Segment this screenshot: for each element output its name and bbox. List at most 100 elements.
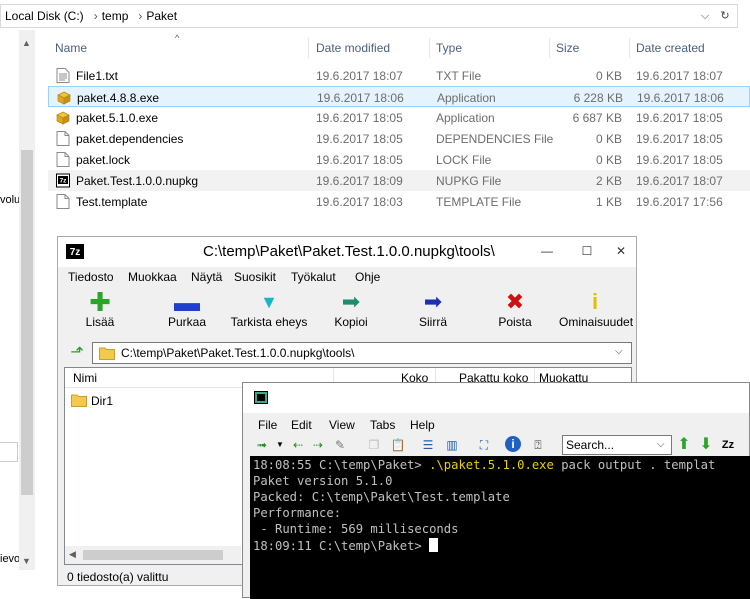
file-name: Paket.Test.1.0.0.nupkg bbox=[76, 174, 199, 188]
close-icon[interactable]: ✕ bbox=[606, 239, 636, 263]
console-line: Performance: bbox=[253, 506, 342, 520]
item-name: Dir1 bbox=[91, 394, 114, 408]
console-line: Packed: C:\temp\Paket\Test.template bbox=[253, 490, 510, 504]
search-up-icon[interactable]: ⬆ bbox=[675, 436, 693, 454]
split-horizontal-icon[interactable]: ☰ bbox=[419, 436, 437, 454]
file-date-modified: 19.6.2017 18:05 bbox=[316, 153, 403, 167]
test-button[interactable]: ▼ Tarkista eheys bbox=[224, 289, 314, 339]
nav-item-box[interactable] bbox=[0, 442, 18, 462]
menu-tabs[interactable]: Tabs bbox=[370, 418, 395, 432]
column-type[interactable]: Type bbox=[436, 41, 462, 55]
move-label: Siirrä bbox=[418, 315, 447, 329]
new-tab-icon[interactable]: ➟ bbox=[253, 436, 271, 454]
7zip-toolbar: ✚ Lisää ▬ Purkaa ▼ Tarkista eheys ➡ Kopi… bbox=[62, 289, 634, 339]
file-name: File1.txt bbox=[76, 69, 119, 83]
console-screen[interactable]: 18:08:55 C:\temp\Paket> .\paket.5.1.0.ex… bbox=[250, 456, 750, 599]
nav-item-fragment[interactable]: ievo bbox=[0, 553, 20, 565]
file-row[interactable]: paket.dependencies 19.6.2017 18:05 DEPEN… bbox=[48, 128, 750, 149]
nav-scrollbar-thumb[interactable] bbox=[21, 150, 33, 495]
scrollbar-thumb[interactable] bbox=[83, 550, 223, 560]
7zip-path-combobox[interactable]: C:\temp\Paket\Paket.Test.1.0.0.nupkg\too… bbox=[92, 342, 632, 364]
scroll-left-icon[interactable]: ◀ bbox=[69, 549, 76, 560]
menu-edit[interactable]: Edit bbox=[291, 418, 312, 432]
file-row[interactable]: File1.txt 19.6.2017 18:07 TXT File 0 KB … bbox=[48, 65, 750, 86]
file-row-selected[interactable]: paket.4.8.8.exe 19.6.2017 18:06 Applicat… bbox=[48, 86, 750, 107]
match-case-icon[interactable]: Zz bbox=[719, 436, 737, 454]
up-folder-icon[interactable]: ⬏ bbox=[67, 343, 87, 363]
next-tab-icon[interactable]: ⇢ bbox=[309, 436, 327, 454]
breadcrumb-separator-icon[interactable]: › bbox=[138, 9, 142, 23]
menu-help[interactable]: Help bbox=[410, 418, 435, 432]
menu-view[interactable]: Näytä bbox=[191, 270, 222, 284]
paste-icon[interactable]: 📋 bbox=[389, 436, 407, 454]
minimize-icon[interactable]: — bbox=[532, 239, 562, 263]
help-icon[interactable]: ⍰ bbox=[529, 436, 547, 454]
column-name[interactable]: Nimi bbox=[73, 371, 97, 385]
menu-file[interactable]: Tiedosto bbox=[68, 270, 114, 284]
7zip-app-icon[interactable]: 7z bbox=[66, 244, 84, 259]
properties-button[interactable]: i Ominaisuudet bbox=[556, 289, 634, 339]
scroll-down-icon[interactable]: ▼ bbox=[22, 556, 31, 566]
menu-view[interactable]: View bbox=[329, 418, 355, 432]
new-tab-dropdown-icon[interactable]: ▼ bbox=[271, 436, 289, 454]
test-label: Tarkista eheys bbox=[230, 315, 308, 329]
address-bar[interactable]: Local Disk (C:) › temp › Paket ⌵ ↻ bbox=[0, 4, 738, 28]
chevron-down-icon[interactable]: ⌵ bbox=[615, 346, 623, 357]
file-row-hovered[interactable]: 7z Paket.Test.1.0.0.nupkg 19.6.2017 18:0… bbox=[48, 170, 750, 191]
menu-tools[interactable]: Työkalut bbox=[291, 270, 336, 284]
info-icon[interactable]: i bbox=[505, 436, 521, 452]
search-input[interactable]: Search... bbox=[566, 438, 614, 452]
menu-edit[interactable]: Muokkaa bbox=[128, 270, 177, 284]
previous-tab-icon[interactable]: ⇠ bbox=[289, 436, 307, 454]
archive-path: C:\temp\Paket\Paket.Test.1.0.0.nupkg\too… bbox=[121, 346, 355, 360]
breadcrumb-separator-icon[interactable]: › bbox=[94, 9, 98, 23]
menu-file[interactable]: File bbox=[258, 418, 277, 432]
menu-help[interactable]: Ohje bbox=[355, 270, 380, 284]
folder-icon bbox=[71, 394, 87, 407]
file-date-modified: 19.6.2017 18:05 bbox=[316, 111, 403, 125]
breadcrumb-drive[interactable]: Local Disk (C:) bbox=[5, 9, 84, 23]
column-divider[interactable] bbox=[549, 38, 550, 58]
column-name[interactable]: Name bbox=[55, 41, 87, 55]
breadcrumb-temp[interactable]: temp bbox=[102, 9, 129, 23]
add-button[interactable]: ✚ Lisää bbox=[60, 289, 140, 339]
file-size: 2 KB bbox=[595, 174, 622, 188]
file-row[interactable]: Test.template 19.6.2017 18:03 TEMPLATE F… bbox=[48, 191, 750, 212]
copy-icon[interactable]: ❐ bbox=[365, 436, 383, 454]
move-button[interactable]: ➡ Siirrä bbox=[388, 289, 478, 339]
column-divider[interactable] bbox=[629, 38, 630, 58]
refresh-icon[interactable]: ↻ bbox=[717, 8, 733, 24]
blank-file-icon bbox=[56, 131, 70, 146]
nav-item-fragment[interactable]: volu bbox=[0, 194, 20, 206]
column-size[interactable]: Size bbox=[556, 41, 579, 55]
file-row[interactable]: paket.5.1.0.exe 19.6.2017 18:05 Applicat… bbox=[48, 107, 750, 128]
column-divider[interactable] bbox=[429, 38, 430, 58]
breadcrumb-paket[interactable]: Paket bbox=[146, 9, 177, 23]
scroll-up-icon[interactable]: ▲ bbox=[22, 38, 31, 48]
maximize-icon[interactable]: ☐ bbox=[572, 239, 602, 263]
file-size: 0 KB bbox=[595, 69, 622, 83]
copy-button[interactable]: ➡ Kopioi bbox=[306, 289, 396, 339]
console-title-bar[interactable] bbox=[243, 383, 749, 413]
file-size: 0 KB bbox=[595, 132, 622, 146]
column-date-created[interactable]: Date created bbox=[636, 41, 705, 55]
menu-favorites[interactable]: Suosikit bbox=[234, 270, 276, 284]
split-vertical-icon[interactable]: ▥ bbox=[443, 436, 461, 454]
column-date-modified[interactable]: Date modified bbox=[316, 41, 390, 55]
column-divider[interactable] bbox=[308, 38, 309, 58]
search-down-icon[interactable]: ⬇ bbox=[697, 436, 715, 454]
fullscreen-icon[interactable]: ⛶ bbox=[475, 436, 493, 454]
horizontal-scrollbar[interactable]: ◀ bbox=[65, 546, 241, 564]
7zip-title-bar[interactable]: 7z C:\temp\Paket\Paket.Test.1.0.0.nupkg\… bbox=[58, 237, 636, 267]
file-date-created: 19.6.2017 17:56 bbox=[636, 195, 723, 209]
exe-file-icon bbox=[56, 111, 70, 125]
address-dropdown-icon[interactable]: ⌵ bbox=[697, 8, 713, 24]
extract-button[interactable]: ▬ Purkaa bbox=[142, 289, 232, 339]
file-row[interactable]: paket.lock 19.6.2017 18:05 LOCK File 0 K… bbox=[48, 149, 750, 170]
rename-tab-icon[interactable]: ✎ bbox=[331, 436, 349, 454]
search-dropdown-icon[interactable]: ⌵ bbox=[657, 439, 665, 450]
delete-button[interactable]: ✖ Poista bbox=[470, 289, 560, 339]
console-app-icon[interactable] bbox=[254, 391, 268, 404]
console-window: File Edit View Tabs Help ➟ ▼ ⇠ ⇢ ✎ ❐ 📋 ☰… bbox=[242, 382, 750, 599]
search-box[interactable]: Search... ⌵ bbox=[562, 435, 672, 455]
